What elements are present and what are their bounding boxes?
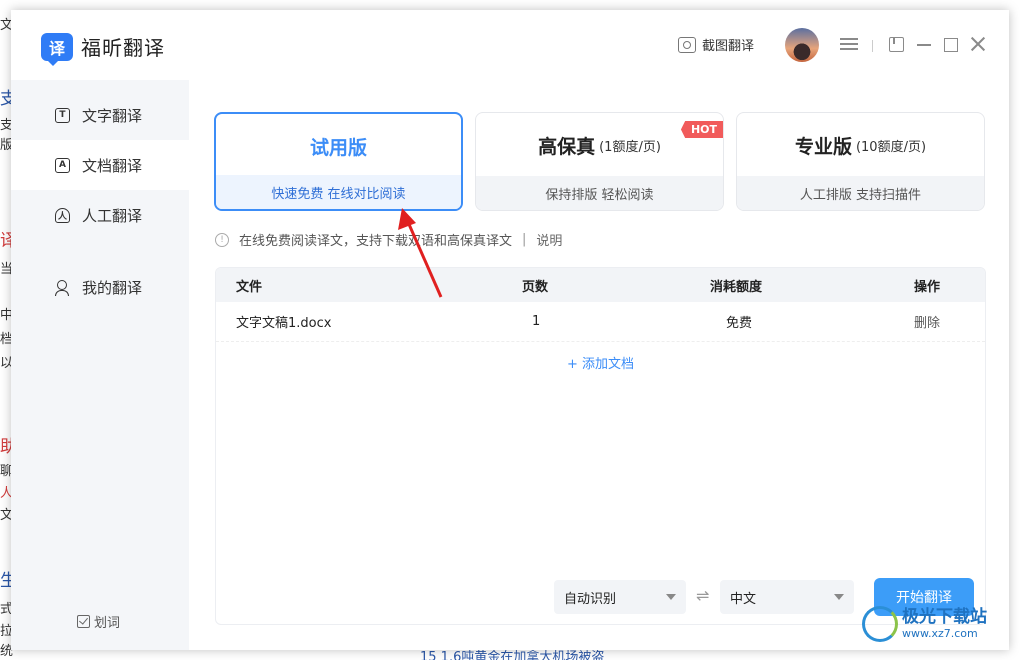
camera-icon	[678, 36, 696, 53]
cost-value: 免费	[726, 316, 753, 331]
col-pages: 页数	[522, 279, 549, 295]
sidebar-item-label: 人工翻译	[82, 206, 143, 225]
app-name: 福昕翻译	[81, 36, 165, 60]
app-window: 译 福昕翻译 截图翻译 T 文字翻译 A 文档翻译 人 人工翻译 我的翻译 划词…	[11, 10, 1009, 650]
notice-bar: ! 在线免费阅读译文，支持下载双语和高保真译文 | 说明	[215, 230, 562, 249]
table-header: 文件 页数 消耗额度 操作	[216, 268, 985, 302]
plan-name: 高保真	[538, 135, 596, 158]
target-language-select[interactable]: 中文	[720, 580, 854, 614]
translate-logo-icon: 译	[41, 32, 73, 66]
word-pick-label: 划词	[94, 616, 121, 631]
user-icon	[55, 279, 70, 296]
file-name: 文字文稿1.docx	[236, 316, 332, 331]
watermark-text: 极光下载站 www.xz7.com	[902, 607, 987, 640]
watermark-url: www.xz7.com	[902, 627, 978, 640]
checkbox-icon[interactable]	[77, 615, 90, 628]
maximize-icon[interactable]	[944, 38, 958, 52]
sidebar-item-label: 我的翻译	[82, 278, 143, 297]
chevron-down-icon	[666, 594, 676, 600]
human-translate-icon: 人	[55, 207, 70, 223]
source-language-select[interactable]: 自动识别	[554, 580, 686, 614]
sidebar-item-human-translate[interactable]: 人 人工翻译	[11, 190, 189, 240]
sidebar: T 文字翻译 A 文档翻译 人 人工翻译 我的翻译 划词	[11, 80, 189, 650]
close-icon[interactable]	[969, 35, 987, 53]
doc-translate-icon: A	[55, 157, 70, 173]
notice-separator: |	[522, 232, 527, 247]
sidebar-item-doc-translate[interactable]: A 文档翻译	[11, 140, 189, 190]
text-translate-icon: T	[55, 107, 70, 123]
sidebar-item-label: 文字翻译	[82, 106, 143, 125]
divider	[872, 40, 873, 52]
watermark-logo-icon	[862, 606, 898, 642]
chevron-down-icon	[834, 594, 844, 600]
menu-icon[interactable]	[840, 35, 858, 53]
plan-professional[interactable]: 专业版 (10额度/页) 人工排版 支持扫描件	[736, 112, 985, 211]
swap-languages-icon[interactable]: ⇌	[696, 586, 709, 605]
file-table: 文件 页数 消耗额度 操作 文字文稿1.docx 1 免费 删除 + 添加文档	[215, 267, 986, 625]
delete-button[interactable]: 删除	[914, 302, 940, 341]
plan-name: 试用版	[309, 136, 367, 159]
col-action: 操作	[914, 279, 941, 295]
help-link[interactable]: 说明	[536, 230, 562, 249]
mini-mode-icon[interactable]	[889, 37, 904, 52]
plan-trial[interactable]: 试用版 快速免费 在线对比阅读	[214, 112, 463, 211]
plan-desc: 保持排版 轻松阅读	[476, 176, 723, 210]
hot-badge: HOT	[680, 121, 723, 138]
watermark: 极光下载站 www.xz7.com	[862, 606, 987, 642]
plan-desc: 快速免费 在线对比阅读	[216, 175, 461, 209]
sidebar-item-my-translations[interactable]: 我的翻译	[11, 262, 189, 312]
title-bar: 译 福昕翻译 截图翻译	[11, 10, 1009, 80]
plan-desc: 人工排版 支持扫描件	[737, 176, 984, 210]
plan-title: 专业版 (10额度/页)	[737, 113, 984, 177]
col-file: 文件	[236, 279, 263, 295]
screenshot-translate-button[interactable]: 截图翻译	[678, 35, 754, 54]
screenshot-translate-label: 截图翻译	[702, 39, 755, 54]
add-document-button[interactable]: + 添加文档	[216, 342, 985, 382]
plan-title: 试用版	[216, 114, 461, 178]
col-cost: 消耗额度	[710, 279, 763, 295]
main-panel: 试用版 快速免费 在线对比阅读 高保真 (1额度/页) HOT 保持排版 轻松阅…	[189, 80, 1009, 650]
sidebar-item-text-translate[interactable]: T 文字翻译	[11, 90, 189, 140]
app-logo: 译 福昕翻译	[41, 32, 165, 66]
target-language-value: 中文	[730, 591, 757, 607]
sidebar-item-label: 文档翻译	[82, 156, 143, 175]
plan-quota: (1额度/页)	[599, 139, 661, 155]
info-icon: !	[215, 232, 229, 247]
plan-name: 专业版	[794, 135, 852, 158]
word-pick-toggle[interactable]: 划词	[77, 612, 120, 631]
avatar[interactable]	[785, 28, 819, 62]
page-count: 1	[532, 314, 541, 329]
source-language-value: 自动识别	[564, 591, 617, 607]
table-row: 文字文稿1.docx 1 免费 删除	[216, 302, 985, 342]
notice-text: 在线免费阅读译文，支持下载双语和高保真译文	[239, 234, 513, 249]
watermark-name: 极光下载站	[902, 607, 987, 627]
plan-quota: (10额度/页)	[855, 139, 927, 155]
minimize-icon[interactable]	[916, 35, 934, 53]
plan-high-fidelity[interactable]: 高保真 (1额度/页) HOT 保持排版 轻松阅读	[475, 112, 724, 211]
